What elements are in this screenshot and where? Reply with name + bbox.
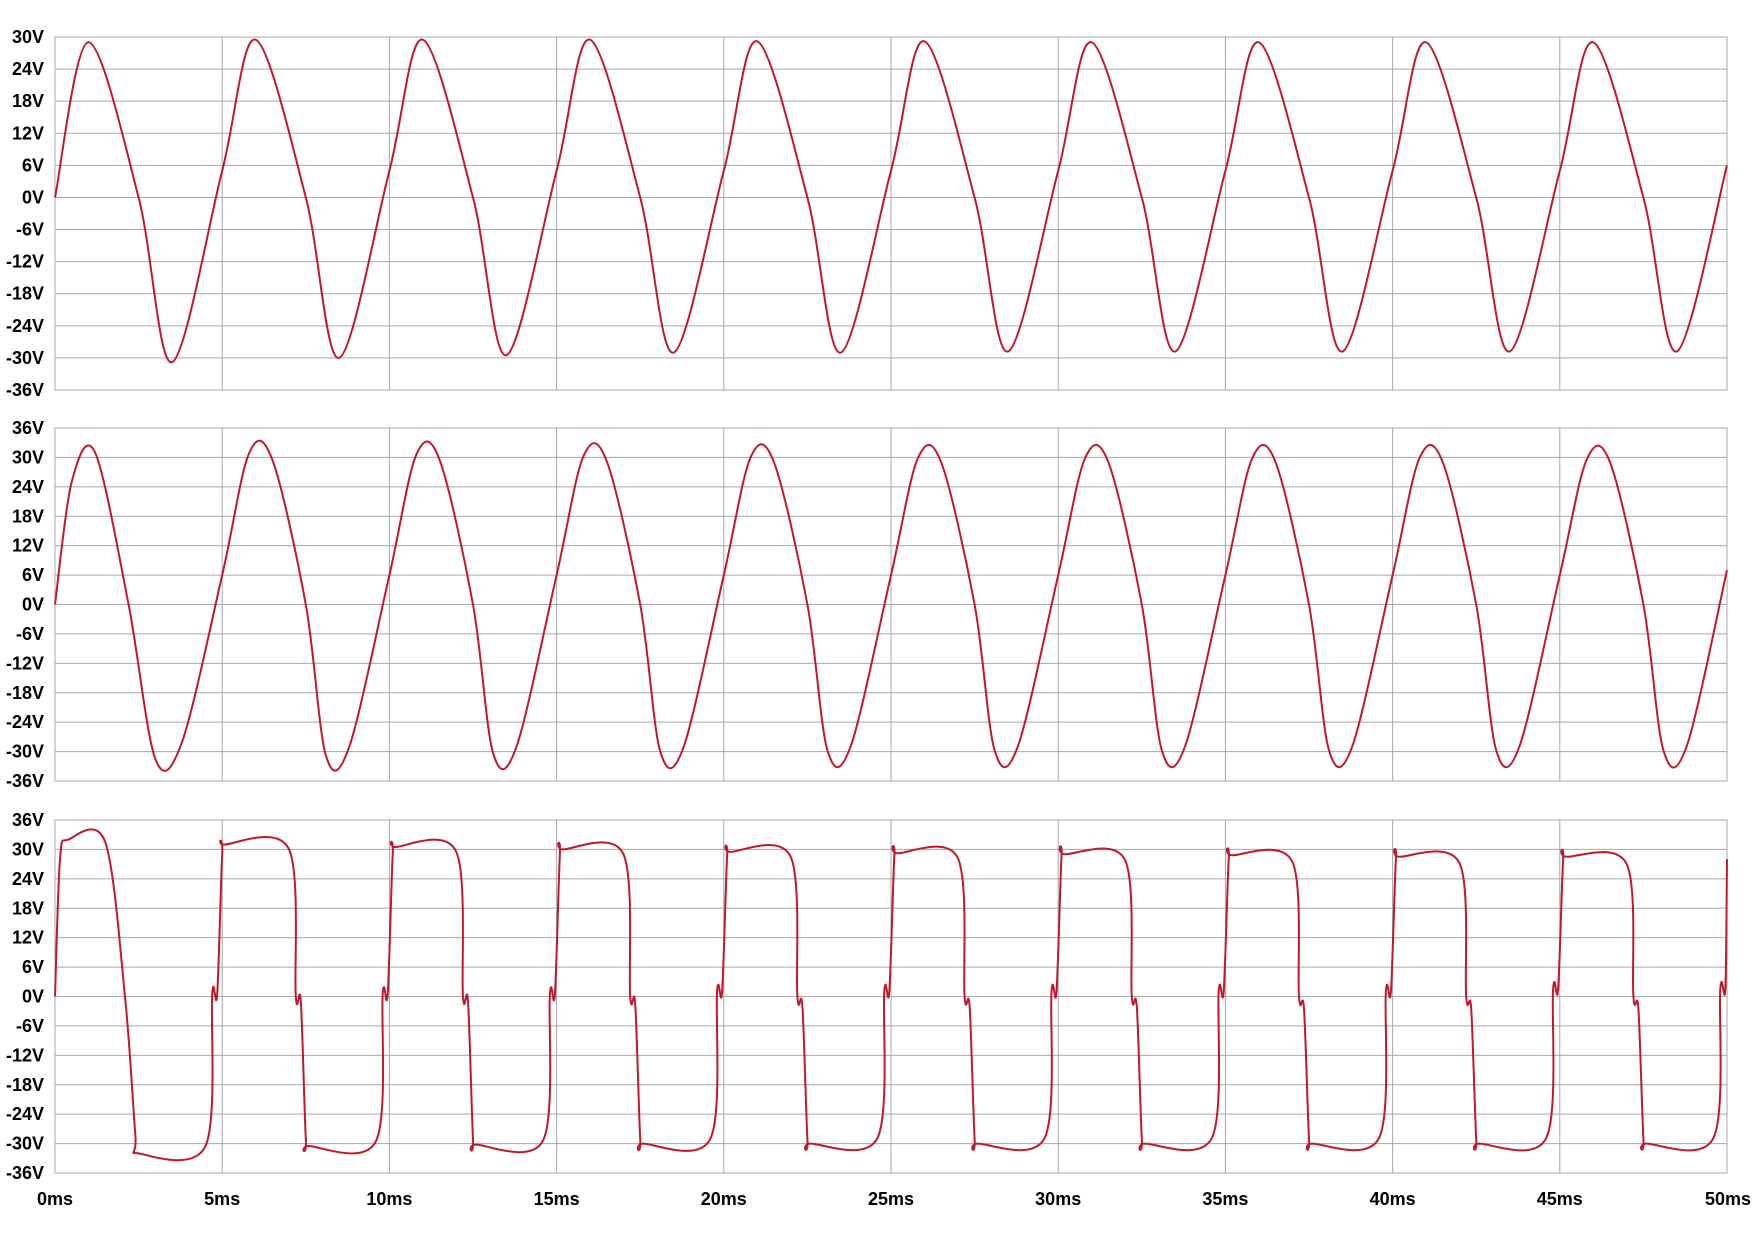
y-tick-label: -30V [6, 742, 44, 762]
y-tick-label: -18V [6, 1075, 44, 1095]
y-tick-label: -24V [6, 712, 44, 732]
y-tick-label: -6V [16, 1016, 44, 1036]
y-tick-label: -30V [6, 1134, 44, 1154]
y-tick-label: 6V [22, 565, 44, 585]
panel-bottom: 36V 30V 24V 18V 12V 6V 0V -6V -12V -18V -24V -30V -3… [6, 810, 1728, 1183]
y-tick-label: 24V [12, 59, 44, 79]
x-axis-labels: 0ms 5ms 10ms 15ms 20ms 25ms 30ms 35ms 40ms 45ms 50… [37, 1189, 1751, 1209]
y-tick-label: 0V [22, 187, 44, 207]
x-tick-label: 25ms [868, 1189, 914, 1209]
y-tick-label: 24V [12, 477, 44, 497]
y-tick-label: 30V [12, 27, 44, 47]
y-tick-label: 36V [12, 418, 44, 438]
x-tick-label: 0ms [37, 1189, 73, 1209]
y-tick-label: 6V [22, 155, 44, 175]
y-tick-label: -18V [6, 683, 44, 703]
y-tick-label: -36V [6, 771, 44, 791]
panel-middle: 36V 30V 24V 18V 12V 6V 0V -6V -12V -18V -24V -30V -3… [6, 418, 1728, 791]
y-tick-label: 12V [12, 536, 44, 556]
y-tick-label: -12V [6, 252, 44, 272]
scope-figure: 30V24V18V12V6V0V-6V-12V-18V-24V-30V-36V … [6, 27, 1751, 1209]
y-tick-label: -6V [16, 624, 44, 644]
y-tick-label: -6V [16, 220, 44, 240]
x-tick-label: 20ms [701, 1189, 747, 1209]
y-tick-label: 18V [12, 898, 44, 918]
y-tick-label: -12V [6, 1045, 44, 1065]
y-tick-label: 0V [22, 987, 44, 1007]
x-tick-label: 40ms [1370, 1189, 1416, 1209]
x-tick-label: 5ms [204, 1189, 240, 1209]
y-tick-label: 6V [22, 957, 44, 977]
x-tick-label: 30ms [1035, 1189, 1081, 1209]
y-tick-label: -36V [6, 380, 44, 400]
y-tick-label: 18V [12, 506, 44, 526]
y-tick-label: -36V [6, 1163, 44, 1183]
y-tick-label: -24V [6, 316, 44, 336]
y-tick-label: 24V [12, 869, 44, 889]
x-tick-label: 15ms [534, 1189, 580, 1209]
y-tick-label: -18V [6, 284, 44, 304]
y-tick-label: -12V [6, 653, 44, 673]
y-tick-label: 12V [12, 123, 44, 143]
y-tick-label: -24V [6, 1104, 44, 1124]
y-tick-label: 36V [12, 810, 44, 830]
y-tick-label: 18V [12, 91, 44, 111]
x-tick-label: 45ms [1537, 1189, 1583, 1209]
y-tick-label: 30V [12, 447, 44, 467]
x-tick-label: 50ms [1705, 1189, 1751, 1209]
x-tick-label: 35ms [1202, 1189, 1248, 1209]
y-tick-label: 12V [12, 928, 44, 948]
y-tick-label: 30V [12, 839, 44, 859]
y-tick-label: 0V [22, 595, 44, 615]
panel-top: 30V 24V 18V 12V 6V 0V -6V -12V -18V -24V -30V -36V [6, 27, 1728, 400]
y-tick-label: -30V [6, 348, 44, 368]
x-tick-label: 10ms [366, 1189, 412, 1209]
